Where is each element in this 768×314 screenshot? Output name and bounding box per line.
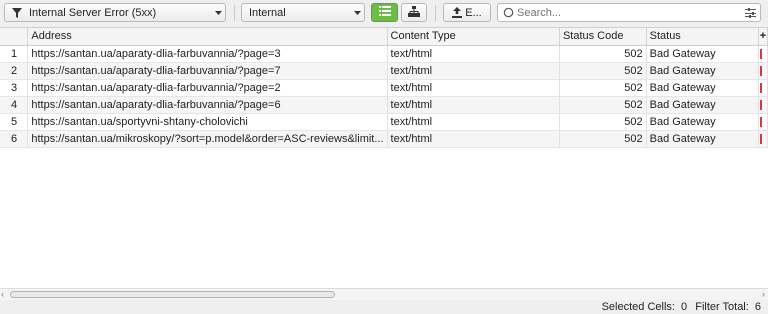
tree-view-icon <box>408 5 420 20</box>
scroll-right-icon[interactable]: › <box>762 289 765 300</box>
cell-address[interactable]: https://santan.ua/sportyvni-shtany-cholo… <box>27 113 388 131</box>
row-index: 4 <box>0 96 29 114</box>
row-index: 2 <box>0 62 29 80</box>
export-icon <box>452 7 463 18</box>
horizontal-scrollbar[interactable]: ‹ › <box>0 288 768 300</box>
cell-content-type[interactable]: text/html <box>387 113 560 131</box>
cell-status[interactable]: Bad Gateway <box>646 113 760 131</box>
export-button[interactable]: E... <box>443 3 491 22</box>
cell-status-code[interactable]: 502 <box>559 96 647 114</box>
row-status-marker <box>758 62 768 80</box>
column-header-address[interactable]: Address <box>27 28 388 46</box>
results-table: Address Content Type Status Code Status … <box>0 28 768 148</box>
scroll-left-icon[interactable]: ‹ <box>1 289 4 300</box>
row-index: 3 <box>0 79 29 97</box>
cell-address[interactable]: https://santan.ua/aparaty-dlia-farbuvann… <box>27 96 388 114</box>
row-status-marker <box>758 130 768 148</box>
scope-dropdown-value: Internal <box>249 6 286 19</box>
search-input[interactable] <box>515 6 740 19</box>
selected-cells-label: Selected Cells: <box>601 301 675 313</box>
horizontal-scrollbar-thumb[interactable] <box>10 291 335 298</box>
status-bar: Selected Cells: 0 Filter Total: 6 <box>0 300 768 314</box>
cell-status[interactable]: Bad Gateway <box>646 130 760 148</box>
row-status-marker <box>758 45 768 63</box>
toolbar-divider <box>435 5 436 21</box>
toolbar-divider <box>234 5 235 21</box>
table-header-row: Address Content Type Status Code Status … <box>0 28 768 46</box>
selected-cells-count: 0 <box>681 301 688 313</box>
scope-dropdown[interactable]: Internal <box>241 3 365 22</box>
table-row[interactable]: 4 https://santan.ua/aparaty-dlia-farbuva… <box>0 96 768 114</box>
filter-dropdown-value: Internal Server Error (5xx) <box>29 6 157 19</box>
cell-address[interactable]: https://santan.ua/aparaty-dlia-farbuvann… <box>27 62 388 80</box>
cell-status-code[interactable]: 502 <box>559 130 647 148</box>
row-index: 6 <box>0 130 29 148</box>
cell-status[interactable]: Bad Gateway <box>646 45 760 63</box>
cell-content-type[interactable]: text/html <box>387 130 560 148</box>
row-status-marker <box>758 79 768 97</box>
cell-address[interactable]: https://santan.ua/aparaty-dlia-farbuvann… <box>27 79 388 97</box>
cell-status-code[interactable]: 502 <box>559 62 647 80</box>
results-grid: Address Content Type Status Code Status … <box>0 27 768 288</box>
table-row[interactable]: 1 https://santan.ua/aparaty-dlia-farbuva… <box>0 45 768 63</box>
row-index: 1 <box>0 45 29 63</box>
column-header-content-type[interactable]: Content Type <box>387 28 560 46</box>
column-header-status[interactable]: Status <box>646 28 760 46</box>
row-status-marker <box>758 96 768 114</box>
add-column-icon[interactable]: + <box>758 28 768 46</box>
filter-total-label: Filter Total: <box>695 301 749 313</box>
status-bar-text: Selected Cells: 0 Filter Total: 6 <box>602 300 761 314</box>
list-view-button[interactable] <box>371 3 398 22</box>
table-row[interactable]: 5 https://santan.ua/sportyvni-shtany-cho… <box>0 113 768 131</box>
chevron-down-icon <box>350 10 364 15</box>
cell-status[interactable]: Bad Gateway <box>646 62 760 80</box>
column-header-index[interactable] <box>0 28 29 46</box>
cell-content-type[interactable]: text/html <box>387 45 560 63</box>
export-button-label: E... <box>465 6 482 19</box>
filter-dropdown[interactable]: Internal Server Error (5xx) <box>4 3 226 22</box>
row-status-marker <box>758 113 768 131</box>
cell-address[interactable]: https://santan.ua/mikroskopy/?sort=p.mod… <box>27 130 388 148</box>
list-view-icon <box>378 6 391 19</box>
chevron-down-icon <box>211 10 225 15</box>
filter-icon <box>5 7 25 18</box>
cell-status[interactable]: Bad Gateway <box>646 96 760 114</box>
cell-content-type[interactable]: text/html <box>387 96 560 114</box>
search-box[interactable] <box>497 3 761 22</box>
filter-total-count: 6 <box>754 301 761 313</box>
cell-status-code[interactable]: 502 <box>559 45 647 63</box>
table-row[interactable]: 3 https://santan.ua/aparaty-dlia-farbuva… <box>0 79 768 97</box>
toolbar: Internal Server Error (5xx) Internal E..… <box>0 0 768 27</box>
cell-content-type[interactable]: text/html <box>387 62 560 80</box>
table-row[interactable]: 2 https://santan.ua/aparaty-dlia-farbuva… <box>0 62 768 80</box>
cell-status-code[interactable]: 502 <box>559 79 647 97</box>
cell-status-code[interactable]: 502 <box>559 113 647 131</box>
table-row[interactable]: 6 https://santan.ua/mikroskopy/?sort=p.m… <box>0 130 768 148</box>
settings-sliders-icon[interactable] <box>740 7 760 18</box>
cell-status[interactable]: Bad Gateway <box>646 79 760 97</box>
row-index: 5 <box>0 113 29 131</box>
search-icon <box>498 7 515 18</box>
column-header-status-code[interactable]: Status Code <box>559 28 647 46</box>
cell-address[interactable]: https://santan.ua/aparaty-dlia-farbuvann… <box>27 45 388 63</box>
cell-content-type[interactable]: text/html <box>387 79 560 97</box>
tree-view-button[interactable] <box>401 3 427 22</box>
